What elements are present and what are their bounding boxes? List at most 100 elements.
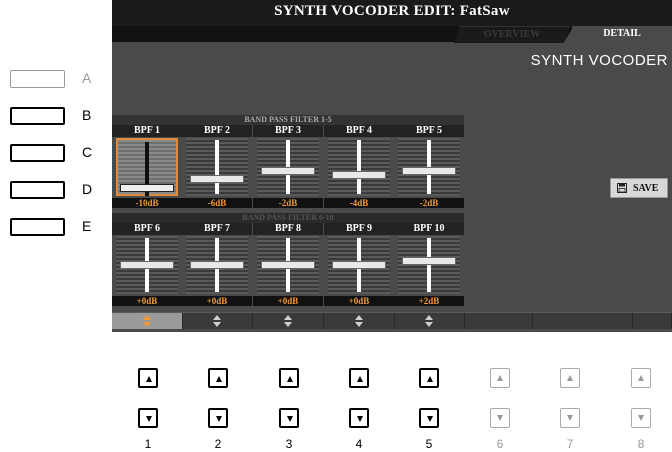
triangle-up-icon [216, 376, 222, 382]
bpf-cell-5[interactable]: BPF 5 -2dB [394, 125, 464, 208]
bpf-label: BPF 4 [324, 125, 394, 137]
fader-knob[interactable] [120, 184, 174, 193]
bpf-fader[interactable] [398, 236, 460, 294]
fader-groove [215, 140, 219, 194]
up-down-icon [284, 315, 292, 327]
bpf-label: BPF 10 [394, 223, 464, 235]
down-button-2[interactable] [208, 408, 228, 428]
down-button-1[interactable] [138, 408, 158, 428]
triangle-down-icon [497, 415, 503, 421]
bpf-fader[interactable] [116, 236, 178, 294]
bpf-cell-10[interactable]: BPF 10 +2dB [394, 223, 464, 306]
bpf-fader[interactable] [328, 236, 390, 294]
side-letter-a: A [82, 70, 92, 86]
fader-knob[interactable] [402, 257, 456, 266]
button-number-label: 4 [355, 437, 363, 451]
tab-overview-label: OVERVIEW [483, 29, 540, 40]
selector-cell-empty [633, 313, 672, 329]
up-button-7[interactable] [560, 368, 580, 388]
up-button-4[interactable] [349, 368, 369, 388]
button-number-label: 5 [425, 437, 433, 451]
triangle-down-icon [638, 415, 644, 421]
save-label: SAVE [633, 183, 659, 194]
down-button-3[interactable] [279, 408, 299, 428]
triangle-down-icon [146, 416, 152, 422]
fader-knob[interactable] [402, 166, 456, 175]
group-title-bpf-1-5: BAND PASS FILTER 1-5 [112, 115, 464, 125]
bpf-cell-7[interactable]: BPF 7 +0dB [182, 223, 252, 306]
down-button-4[interactable] [349, 408, 369, 428]
bpf-fader[interactable] [257, 138, 319, 196]
bpf-cell-1[interactable]: BPF 1 -10dB [112, 125, 182, 208]
triangle-down-icon [287, 416, 293, 422]
selector-strip [112, 312, 672, 329]
bpf-cell-9[interactable]: BPF 9 +0dB [324, 223, 394, 306]
up-button-1[interactable] [138, 368, 158, 388]
bpf-fader[interactable] [328, 138, 390, 196]
selector-cell-2[interactable] [182, 313, 253, 329]
bpf-value: +0dB [253, 296, 323, 306]
fader-knob[interactable] [190, 261, 244, 269]
save-button[interactable]: SAVE [610, 178, 668, 198]
fader-knob[interactable] [261, 166, 315, 175]
bpf-label: BPF 1 [112, 125, 182, 137]
down-button-5[interactable] [419, 408, 439, 428]
bpf-label: BPF 6 [112, 223, 182, 235]
bpf-fader[interactable] [116, 138, 178, 196]
selector-cell-3[interactable] [253, 313, 324, 329]
bpf-value: -4dB [324, 198, 394, 208]
side-button-a[interactable] [10, 70, 65, 88]
button-number-label: 3 [285, 437, 293, 451]
selector-cell-empty [533, 313, 633, 329]
bpf-cell-8[interactable]: BPF 8 +0dB [253, 223, 323, 306]
side-letter-e: E [82, 218, 92, 234]
down-button-8[interactable] [631, 408, 651, 428]
button-number-label: 2 [214, 437, 222, 451]
fader-knob[interactable] [332, 170, 386, 179]
tab-overview[interactable]: OVERVIEW [453, 26, 571, 43]
fader-knob[interactable] [190, 174, 244, 183]
selector-cell-4[interactable] [324, 313, 395, 329]
bpf-fader[interactable] [257, 236, 319, 294]
fader-knob[interactable] [120, 261, 174, 269]
bpf-cell-2[interactable]: BPF 2 -6dB [182, 125, 252, 208]
bpf-value: -6dB [182, 198, 252, 208]
up-button-2[interactable] [208, 368, 228, 388]
bpf-cell-6[interactable]: BPF 6 +0dB [112, 223, 182, 306]
bpf-label: BPF 5 [394, 125, 464, 137]
triangle-up-icon [287, 376, 293, 382]
bpf-cell-3[interactable]: BPF 3 -2dB [253, 125, 323, 208]
fader-knob[interactable] [332, 261, 386, 269]
up-button-5[interactable] [419, 368, 439, 388]
side-letter-d: D [82, 181, 93, 197]
bpf-value: +0dB [324, 296, 394, 306]
side-button-d[interactable] [10, 181, 65, 199]
bpf-fader[interactable] [398, 138, 460, 196]
down-button-7[interactable] [560, 408, 580, 428]
bpf-label: BPF 9 [324, 223, 394, 235]
bpf-fader[interactable] [186, 138, 248, 196]
triangle-down-icon [567, 415, 573, 421]
bpf-value: -10dB [112, 198, 182, 208]
side-letter-b: B [82, 107, 92, 123]
tab-detail[interactable]: DETAIL [572, 26, 672, 42]
up-button-6[interactable] [490, 368, 510, 388]
selector-cell-5[interactable] [394, 313, 465, 329]
button-number-label: 8 [637, 437, 645, 451]
triangle-up-icon [567, 375, 573, 381]
lcd-screen: SYNTH VOCODER EDIT: FatSaw OVERVIEW DETA… [112, 0, 672, 332]
bpf-cell-4[interactable]: BPF 4 -4dB [324, 125, 394, 208]
up-button-3[interactable] [279, 368, 299, 388]
down-button-6[interactable] [490, 408, 510, 428]
bpf-label: BPF 2 [182, 125, 252, 137]
side-button-e[interactable] [10, 218, 65, 236]
selector-cell-1[interactable] [112, 313, 183, 329]
fader-knob[interactable] [261, 261, 315, 269]
bpf-label: BPF 8 [253, 223, 323, 235]
up-down-icon [143, 315, 151, 327]
side-button-c[interactable] [10, 144, 65, 162]
triangle-down-icon [427, 416, 433, 422]
side-button-b[interactable] [10, 107, 65, 125]
bpf-fader[interactable] [186, 236, 248, 294]
up-button-8[interactable] [631, 368, 651, 388]
